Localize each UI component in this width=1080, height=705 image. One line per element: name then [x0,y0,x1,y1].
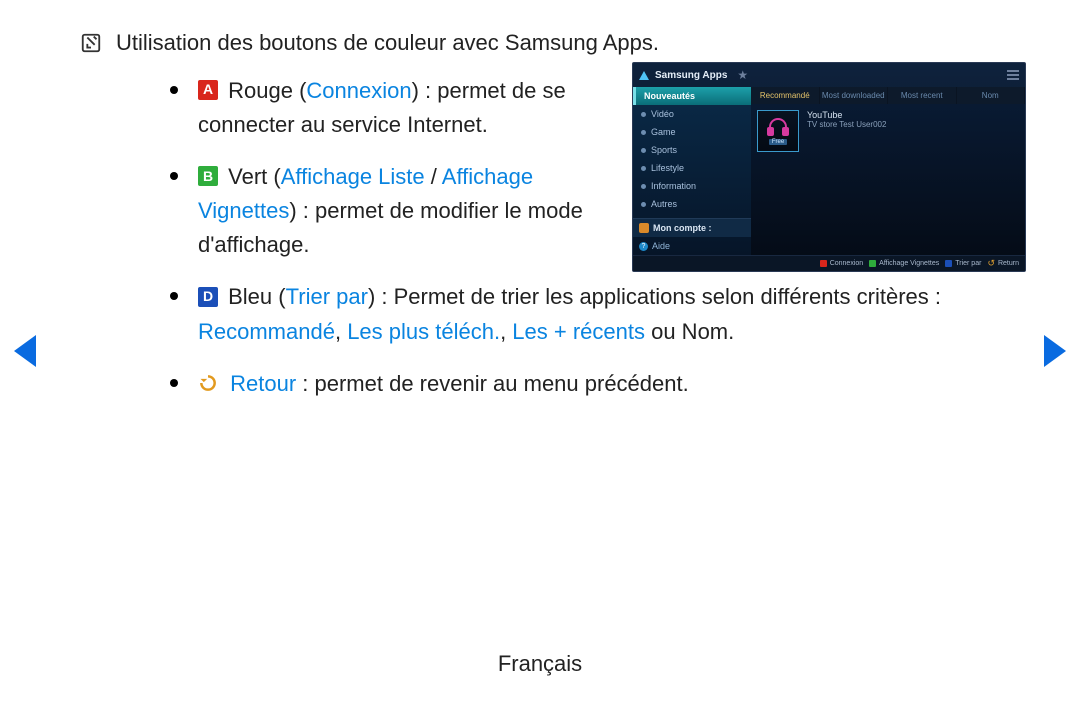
menu-icon[interactable] [1007,70,1019,80]
footer-key-label: Connexion [830,260,863,267]
app-info: YouTube TV store Test User002 [807,110,886,129]
footer-key-d: Trier par [945,260,981,267]
blue-link: Trier par [286,284,368,309]
green-color-word: Vert [228,164,267,189]
apps-title: Samsung Apps [655,70,727,81]
headphones-icon [767,118,789,136]
return-link: Retour [230,371,296,396]
sidebar-help[interactable]: ? Aide [633,237,751,255]
footer-key-label: Return [998,260,1019,267]
user-icon [639,223,649,233]
blue-square-icon [945,260,952,267]
bullet-dot [170,86,178,94]
app-name: YouTube [807,110,886,120]
note-text: Utilisation des boutons de couleur avec … [116,30,659,56]
samsung-apps-window: Samsung Apps ★ Nouveautés Vidéo Game Spo… [632,62,1026,272]
green-square-icon [869,260,876,267]
footer-key-return: ↺Return [987,259,1019,268]
apps-main: Recommandé Most downloaded Most recent N… [751,87,1025,255]
dot-icon [641,112,646,117]
bullet-dot [170,379,178,387]
price-tag: Free [769,139,787,145]
sidebar-item-label: Lifestyle [651,163,684,173]
apps-footer: Connexion Affichage Vignettes Trier par … [633,255,1025,271]
footer-key-label: Affichage Vignettes [879,260,939,267]
c1: , [335,319,347,344]
blue-mid: : Permet de trier les applications selon… [375,284,941,309]
dot-icon [641,184,646,189]
sidebar-item-video[interactable]: Vidéo [633,105,751,123]
return-icon [198,373,218,393]
favorite-star-icon[interactable]: ★ [737,68,748,82]
help-icon: ? [639,242,648,251]
tab-recommande[interactable]: Recommandé [751,87,820,104]
apps-header: Samsung Apps ★ [633,63,1025,87]
sidebar-item-autres[interactable]: Autres [633,195,751,213]
bullet-blue: D Bleu (Trier par) : Permet de trier les… [170,280,1000,348]
red-color-word: Rouge [228,78,293,103]
sidebar-item-label: Nouveautés [644,91,695,101]
sidebar-item-label: Information [651,181,696,191]
footer-key-b: Affichage Vignettes [869,260,939,267]
tab-most-downloaded[interactable]: Most downloaded [820,87,889,104]
red-square-icon [820,260,827,267]
return-rest: : permet de revenir au menu précédent. [296,371,689,396]
bullet-dot [170,172,178,180]
green-sep: / [425,164,442,189]
note-icon [80,32,102,54]
badge-a-icon: A [198,80,218,100]
red-link: Connexion [306,78,411,103]
bullet-return: Retour : permet de revenir au menu précé… [170,367,1000,401]
app-tile[interactable]: Free [757,110,799,152]
sidebar-item-lifestyle[interactable]: Lifestyle [633,159,751,177]
sidebar: Nouveautés Vidéo Game Sports Lifestyle I… [633,87,751,255]
badge-d-icon: D [198,287,218,307]
badge-b-icon: B [198,166,218,186]
sidebar-item-game[interactable]: Game [633,123,751,141]
dot-icon [641,202,646,207]
page-footer: Français [0,651,1080,677]
app-subtitle: TV store Test User002 [807,120,886,129]
footer-key-label: Trier par [955,260,981,267]
dot-icon [641,148,646,153]
blue-color-word: Bleu [228,284,272,309]
return-small-icon: ↺ [987,259,995,268]
sidebar-item-information[interactable]: Information [633,177,751,195]
blue-tail: ou Nom. [645,319,734,344]
crit1: Recommandé [198,319,335,344]
account-label: Mon compte : [653,223,712,233]
crit3: Les + récents [512,319,645,344]
sidebar-item-label: Game [651,127,676,137]
nav-prev-icon[interactable] [14,335,36,367]
dot-icon [641,130,646,135]
tab-nom[interactable]: Nom [957,87,1026,104]
crit2: Les plus téléch. [347,319,500,344]
c2: , [500,319,512,344]
footer-key-a: Connexion [820,260,863,267]
sidebar-item-label: Vidéo [651,109,674,119]
help-label: Aide [652,241,670,251]
nav-next-icon[interactable] [1044,335,1066,367]
sidebar-item-label: Autres [651,199,677,209]
sidebar-item-sports[interactable]: Sports [633,141,751,159]
note-line: Utilisation des boutons de couleur avec … [80,30,1000,56]
apps-logo-icon [639,71,649,80]
sidebar-item-label: Sports [651,145,677,155]
green-link1: Affichage Liste [281,164,425,189]
bullet-dot [170,292,178,300]
sidebar-account[interactable]: Mon compte : [633,218,751,237]
sidebar-item-nouveautes[interactable]: Nouveautés [633,87,751,105]
tab-most-recent[interactable]: Most recent [888,87,957,104]
dot-icon [641,166,646,171]
tabs: Recommandé Most downloaded Most recent N… [751,87,1025,104]
